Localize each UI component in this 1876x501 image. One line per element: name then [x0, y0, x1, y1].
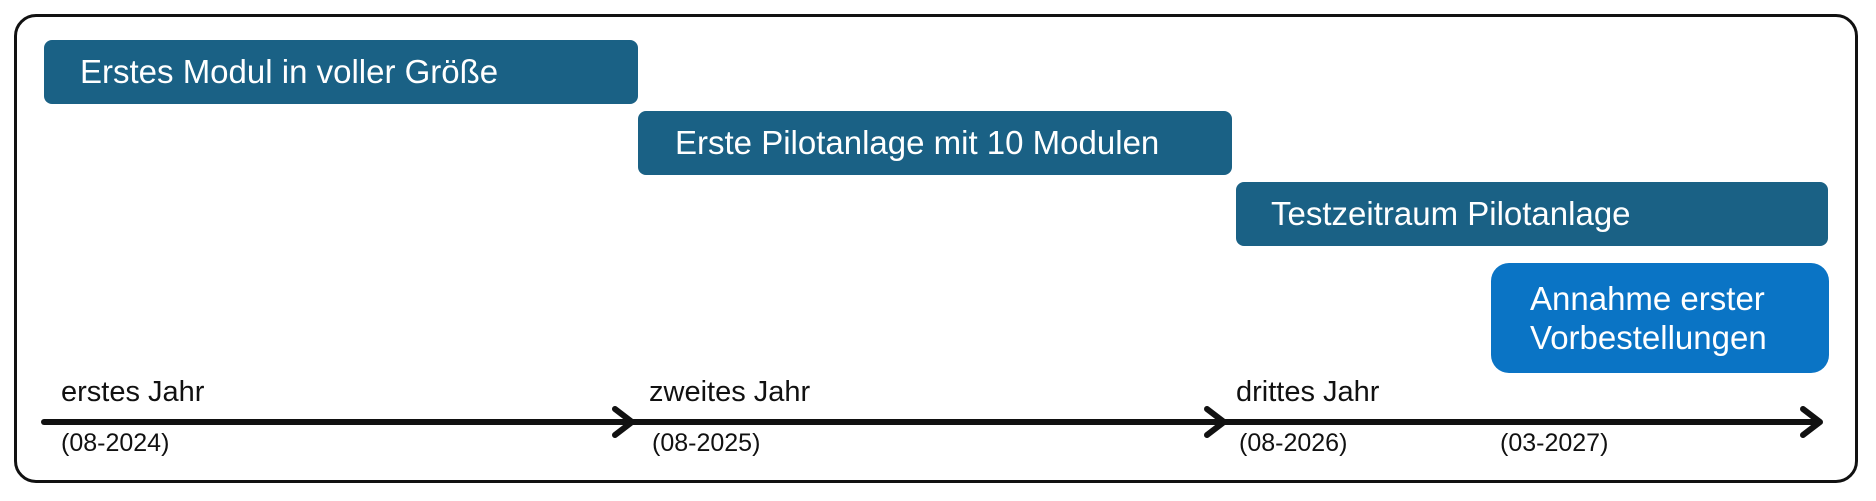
date-label: (08-2024) — [61, 429, 170, 457]
date-label: (08-2026) — [1239, 429, 1348, 457]
year-label: drittes Jahr — [1236, 376, 1380, 408]
date-label: (08-2025) — [652, 429, 761, 457]
year-label: zweites Jahr — [649, 376, 811, 408]
timeline-axis — [41, 406, 1823, 438]
year-label: erstes Jahr — [61, 376, 205, 408]
date-label: (03-2027) — [1500, 429, 1609, 457]
